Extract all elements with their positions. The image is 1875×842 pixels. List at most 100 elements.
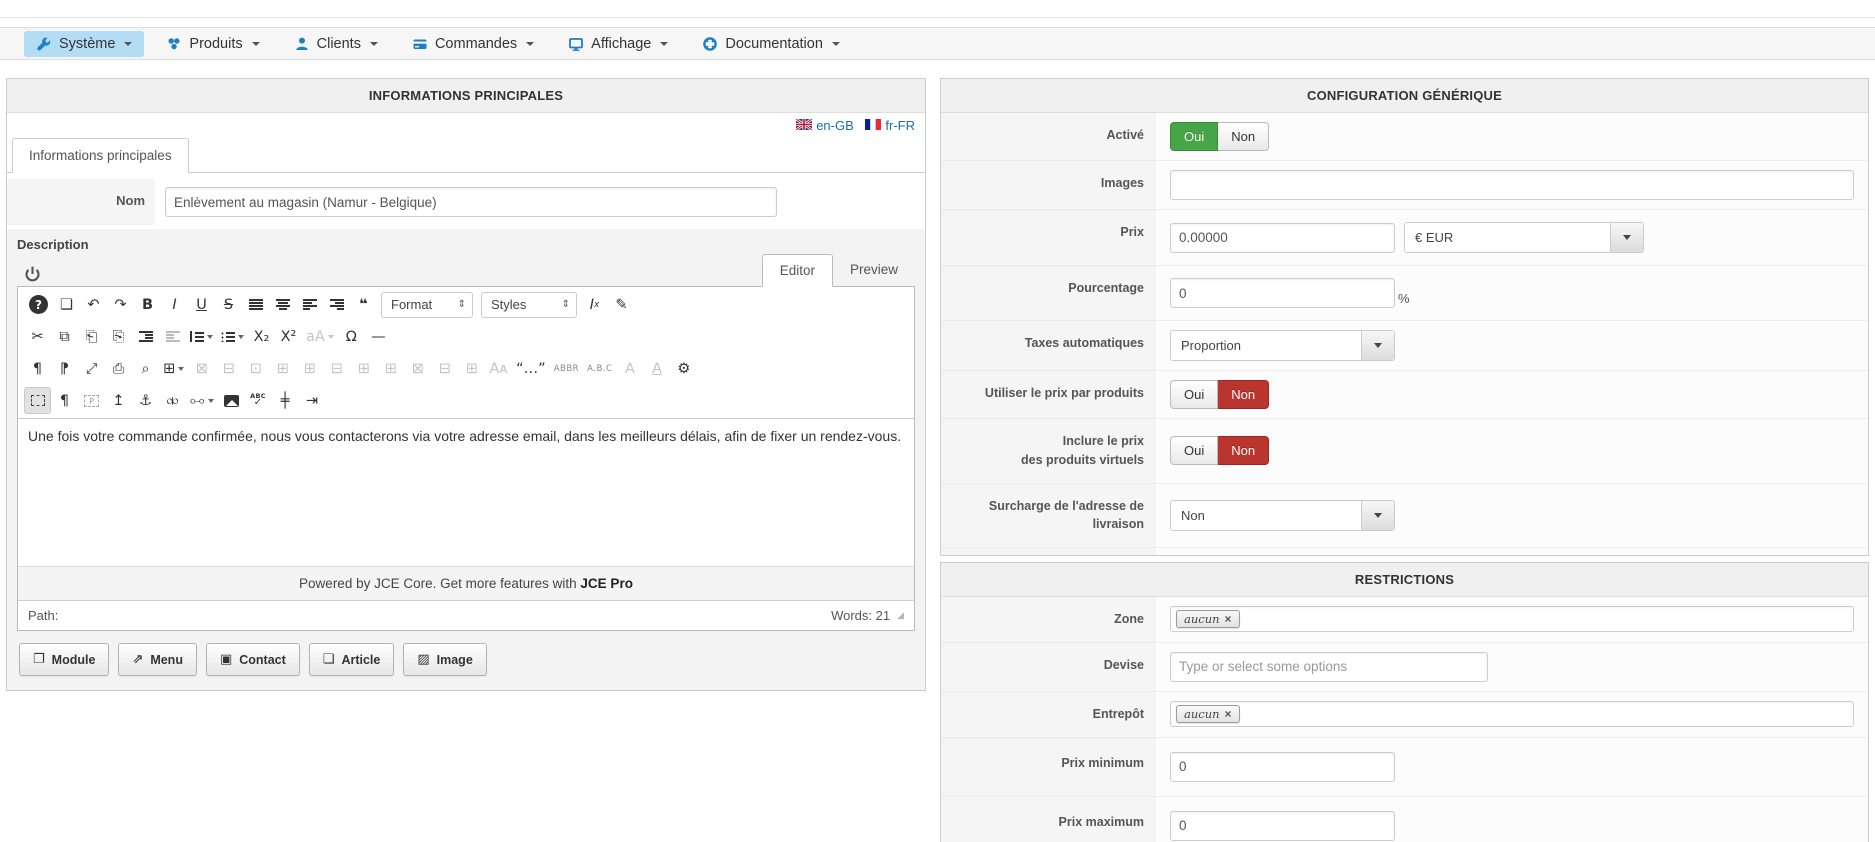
- visual-chars-icon[interactable]: ¶: [51, 387, 78, 414]
- remove-tag-icon[interactable]: ×: [1225, 707, 1232, 721]
- print-icon[interactable]: ⎙: [105, 355, 132, 382]
- template-icon[interactable]: ↥: [105, 387, 132, 414]
- tag-aucun[interactable]: aucun ×: [1176, 705, 1240, 724]
- spellcheck-icon[interactable]: ABC ✓: [245, 387, 272, 414]
- visual-aid-icon[interactable]: [24, 387, 51, 414]
- horizontal-rule-icon[interactable]: —: [365, 323, 392, 350]
- ordered-list-icon[interactable]: [186, 323, 217, 350]
- cut-icon[interactable]: ✂: [24, 323, 51, 350]
- active-toggle[interactable]: Oui Non: [1170, 122, 1270, 151]
- acronym-icon[interactable]: A.B.C: [583, 355, 616, 382]
- align-right-icon[interactable]: [323, 291, 350, 318]
- underline-icon[interactable]: U: [188, 291, 215, 318]
- unlink-icon[interactable]: ⧞: [159, 387, 186, 414]
- menu-clients[interactable]: Clients: [282, 31, 390, 57]
- surcharge-adresse-select[interactable]: Non: [1170, 499, 1395, 531]
- link-glyph: ⧟: [190, 392, 205, 409]
- pourcentage-input[interactable]: [1170, 278, 1395, 308]
- editor-content[interactable]: Une fois votre commande confirmée, nous …: [18, 418, 914, 566]
- toggle-non-button[interactable]: Non: [1218, 122, 1270, 151]
- jce-pro-link[interactable]: JCE Pro: [580, 576, 633, 591]
- insert-contact-button[interactable]: ▣ Contact: [205, 643, 300, 676]
- prix-par-produits-toggle[interactable]: Oui Non: [1170, 380, 1270, 409]
- undo-icon[interactable]: ↶: [80, 291, 107, 318]
- link-icon[interactable]: ⧟: [186, 387, 218, 414]
- lang-link-en-gb[interactable]: en-GB: [795, 117, 854, 133]
- remove-tag-icon[interactable]: ×: [1225, 612, 1232, 626]
- bold-icon[interactable]: B: [134, 291, 161, 318]
- row-prix: Prix € EUR: [941, 210, 1868, 266]
- format-select[interactable]: Format ⇕: [381, 291, 473, 318]
- copy-icon[interactable]: ⧉: [51, 323, 78, 350]
- zone-tag-input[interactable]: aucun ×: [1170, 606, 1854, 633]
- align-center-icon[interactable]: [269, 291, 296, 318]
- new-document-icon[interactable]: ❏: [53, 291, 80, 318]
- preferences-gear-icon[interactable]: ⚙: [670, 355, 697, 382]
- menu-affichage[interactable]: Affichage: [556, 31, 680, 57]
- prix-input[interactable]: [1170, 222, 1395, 253]
- prix-minimum-input[interactable]: [1170, 751, 1395, 782]
- menu-commandes[interactable]: Commandes: [400, 31, 546, 57]
- nom-input[interactable]: [165, 187, 777, 217]
- clear-formatting-icon[interactable]: Ix: [581, 291, 608, 318]
- toggle-oui-button[interactable]: Oui: [1170, 436, 1219, 466]
- toggle-oui-button[interactable]: Oui: [1170, 380, 1219, 409]
- help-icon[interactable]: ?: [29, 295, 48, 314]
- paste-icon[interactable]: ⎗: [78, 323, 105, 350]
- unordered-list-icon[interactable]: [217, 323, 248, 350]
- blockquote-icon[interactable]: ❝: [350, 291, 377, 318]
- redo-icon[interactable]: ↷: [107, 291, 134, 318]
- anchor-icon[interactable]: ⚓: [132, 387, 159, 414]
- paste-as-text-icon[interactable]: ⎘: [105, 323, 132, 350]
- toggle-non-button[interactable]: Non: [1218, 436, 1270, 466]
- inclure-prix-toggle[interactable]: Oui Non: [1170, 436, 1270, 466]
- superscript-icon[interactable]: X²: [275, 323, 302, 350]
- taxes-select[interactable]: Proportion: [1170, 330, 1395, 361]
- subscript-icon[interactable]: X₂: [248, 323, 275, 350]
- toggle-oui-button[interactable]: Oui: [1170, 122, 1219, 151]
- align-left-icon[interactable]: [296, 291, 323, 318]
- readmore-icon[interactable]: ⇥: [299, 387, 326, 414]
- insert-image-button[interactable]: ▨ Image: [403, 643, 487, 676]
- images-input[interactable]: [1170, 170, 1854, 200]
- devise-input[interactable]: [1170, 651, 1488, 682]
- italic-icon[interactable]: I: [161, 291, 188, 318]
- insert-image-icon[interactable]: [218, 387, 245, 414]
- lang-link-fr-fr[interactable]: fr-FR: [865, 118, 915, 133]
- entrepot-tag-input[interactable]: aucun ×: [1170, 701, 1854, 728]
- insert-menu-button[interactable]: ⇗ Menu: [118, 643, 197, 676]
- quotes-icon[interactable]: “…”: [512, 355, 550, 382]
- select-caret-button[interactable]: [1361, 331, 1394, 360]
- tab-preview[interactable]: Preview: [833, 254, 915, 286]
- insert-article-button[interactable]: ❏ Article: [308, 643, 395, 676]
- currency-select[interactable]: € EUR: [1404, 222, 1644, 253]
- tag-aucun[interactable]: aucun ×: [1176, 610, 1240, 629]
- menu-systeme[interactable]: Système: [24, 30, 145, 57]
- toggle-non-button[interactable]: Non: [1218, 380, 1270, 409]
- editor-toggle-power-icon[interactable]: [23, 265, 42, 284]
- abbreviation-icon[interactable]: ABBR: [550, 355, 583, 382]
- rtl-paragraph-icon[interactable]: ¶: [51, 355, 78, 382]
- resize-grip-icon[interactable]: ◢: [897, 610, 904, 621]
- search-icon[interactable]: ⌕: [132, 355, 159, 382]
- strikethrough-icon[interactable]: S: [215, 291, 242, 318]
- row-surcharge-taxes: Surcharge de zone de taxes aucun ×: [941, 548, 1868, 555]
- table-icon[interactable]: ⊞: [159, 355, 188, 382]
- eraser-icon[interactable]: ✎: [608, 291, 635, 318]
- fullscreen-icon[interactable]: ⤢: [78, 355, 105, 382]
- indent-icon[interactable]: [132, 323, 159, 350]
- ltr-paragraph-icon[interactable]: ¶: [24, 355, 51, 382]
- visual-blocks-icon[interactable]: P: [78, 387, 105, 414]
- tab-informations-principales[interactable]: Informations principales: [12, 138, 189, 173]
- special-character-icon[interactable]: Ω: [338, 323, 365, 350]
- menu-documentation[interactable]: Documentation: [690, 31, 852, 57]
- pagebreak-icon[interactable]: ╪: [272, 387, 299, 414]
- styles-select[interactable]: Styles ⇕: [481, 291, 577, 318]
- select-caret-button[interactable]: [1610, 223, 1643, 252]
- prix-maximum-input[interactable]: [1170, 810, 1395, 841]
- menu-produits[interactable]: Produits: [154, 31, 271, 57]
- insert-module-button[interactable]: ❐ Module: [19, 643, 110, 676]
- align-justify-icon[interactable]: [242, 291, 269, 318]
- select-caret-button[interactable]: [1361, 500, 1394, 530]
- tab-editor[interactable]: Editor: [761, 254, 833, 287]
